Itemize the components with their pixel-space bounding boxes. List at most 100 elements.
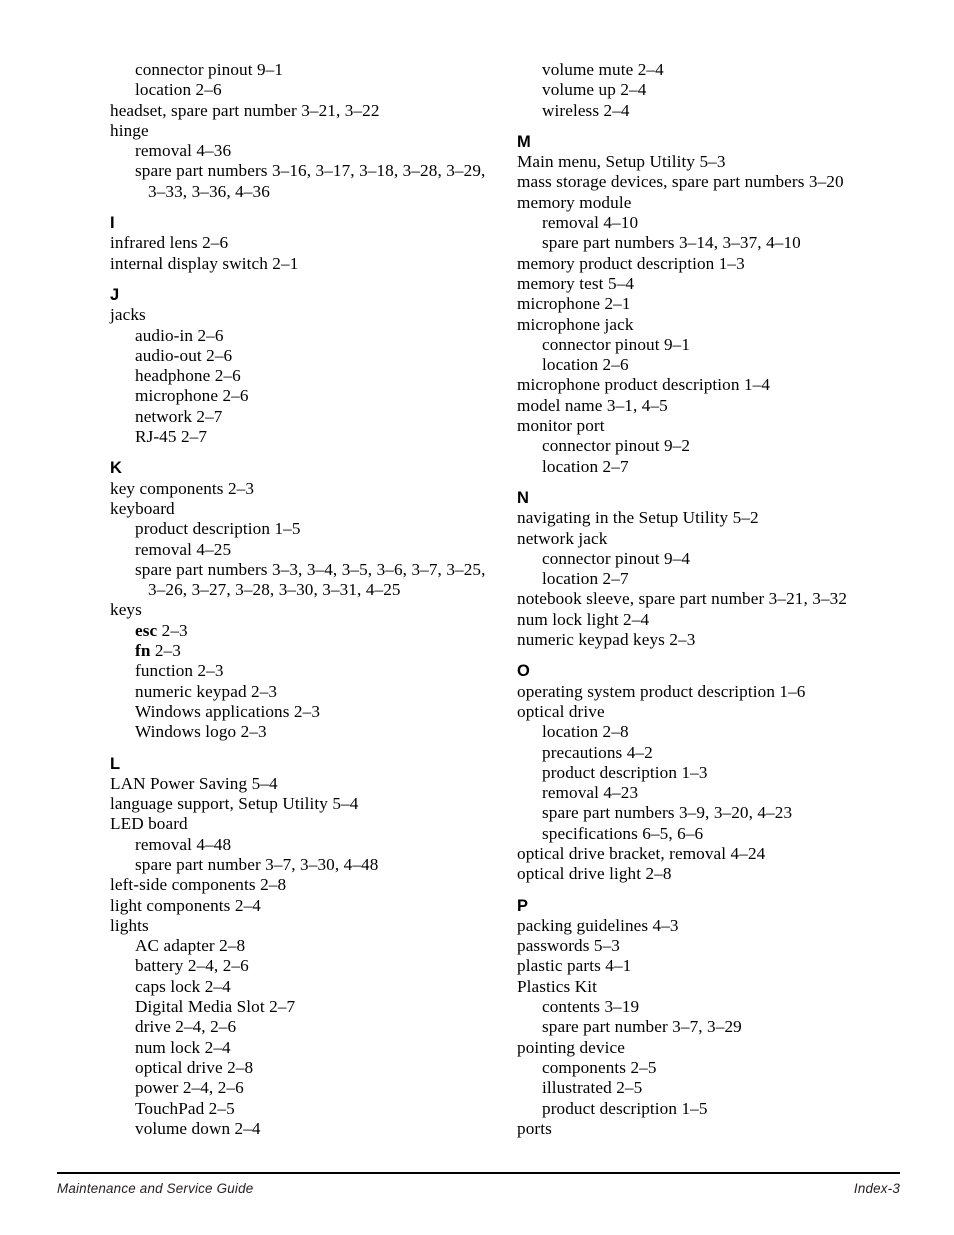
page-footer: Maintenance and Service Guide Index-3 [57, 1172, 900, 1201]
index-entry-continuation: 3–33, 3–36, 4–36 [148, 181, 270, 201]
index-page: connector pinout 9–1 location 2–6 headset,… [0, 0, 954, 1235]
index-entry: hinge [110, 120, 149, 140]
index-entry: num lock 2–4 [135, 1037, 231, 1057]
index-section-letter: P [517, 896, 529, 915]
footer-rule [57, 1172, 900, 1174]
index-entry: memory module [517, 192, 632, 212]
index-entry: location 2–6 [542, 355, 629, 375]
index-entry: components 2–5 [542, 1057, 657, 1077]
index-entry: LED board [110, 814, 188, 834]
index-entry: illustrated 2–5 [542, 1078, 643, 1098]
index-entry: Plastics Kit [517, 976, 597, 996]
index-entry: audio-in 2–6 [135, 325, 224, 345]
index-entry: battery 2–4, 2–6 [135, 956, 249, 976]
index-entry: internal display switch 2–1 [110, 253, 299, 273]
index-entry: Main menu, Setup Utility 5–3 [517, 152, 726, 172]
index-entry: Windows applications 2–3 [135, 701, 321, 721]
index-entry: product description 1–5 [542, 1098, 708, 1118]
index-entry: precautions 4–2 [542, 742, 653, 762]
index-entry: power 2–4, 2–6 [135, 1078, 244, 1098]
index-entry: esc 2–3 [110, 621, 510, 641]
index-entry-text: 2–3 [157, 620, 188, 640]
index-entry: removal 4–23 [542, 783, 639, 803]
index-entry: removal 4–48 [135, 834, 232, 854]
index-column-left: connector pinout 9–1 location 2–6 headset,… [110, 60, 510, 1139]
index-entry: contents 3–19 [542, 997, 640, 1017]
index-entry: key components 2–3 [110, 478, 255, 498]
index-entry: LAN Power Saving 5–4 [110, 773, 278, 793]
index-entry: num lock light 2–4 [517, 609, 650, 629]
index-entry-key-label: fn [135, 641, 151, 661]
index-entry-key-label: esc [135, 620, 158, 640]
index-entry: Digital Media Slot 2–7 [135, 997, 296, 1017]
index-entry: pointing device [517, 1037, 625, 1057]
index-entry-text: spare part numbers 3–16, 3–17, 3–18, 3–2… [135, 161, 486, 181]
index-entry: optical drive 2–8 [135, 1057, 254, 1077]
index-entry: microphone 2–1 [517, 294, 631, 314]
index-entry: network jack [517, 528, 608, 548]
footer-page-number: Index-3 [853, 1180, 900, 1196]
index-column-right: volume mute 2–4 volume up 2–4 wireless 2–4… [517, 60, 917, 1139]
index-entry: microphone product description 1–4 [517, 375, 771, 395]
index-entry: product description 1–3 [542, 762, 708, 782]
index-entry: left-side components 2–8 [110, 875, 287, 895]
index-entry: numeric keypad 2–3 [135, 681, 278, 701]
index-entry: headset, spare part number 3–21, 3–22 [110, 100, 380, 120]
index-entry: location 2–7 [542, 569, 629, 589]
index-entry: connector pinout 9–1 [135, 60, 284, 79]
index-entry: jacks [110, 305, 146, 325]
index-entry: spare part number 3–7, 3–30, 4–48 [135, 854, 379, 874]
index-section-letter: O [517, 662, 530, 681]
index-entry: navigating in the Setup Utility 5–2 [517, 508, 759, 528]
index-entry: lights [110, 915, 149, 935]
index-entry: model name 3–1, 4–5 [517, 395, 668, 415]
index-entry: memory product description 1–3 [517, 253, 745, 273]
index-entry: notebook sleeve, spare part number 3–21,… [517, 589, 848, 609]
index-entry: location 2–7 [542, 456, 629, 476]
index-entry: ports [517, 1118, 552, 1138]
index-entry: RJ-45 2–7 [135, 427, 208, 447]
index-entry: packing guidelines 4–3 [517, 915, 679, 935]
index-entry: audio-out 2–6 [135, 345, 233, 365]
index-entry: spare part numbers 3–3, 3–4, 3–5, 3–6, 3… [110, 560, 510, 601]
index-entry: plastic parts 4–1 [517, 956, 632, 976]
index-entry: language support, Setup Utility 5–4 [110, 794, 359, 814]
index-entry: keyboard [110, 498, 175, 518]
index-entry: removal 4–10 [542, 213, 639, 233]
index-entry: connector pinout 9–1 [542, 334, 691, 354]
index-entry: optical drive bracket, removal 4–24 [517, 843, 766, 863]
index-entry: mass storage devices, spare part numbers… [517, 172, 844, 192]
index-section-letter: M [517, 132, 531, 151]
index-entry: volume down 2–4 [135, 1118, 261, 1138]
index-entry: spare part numbers 3–16, 3–17, 3–18, 3–2… [110, 161, 510, 202]
index-entry: optical drive light 2–8 [517, 864, 672, 884]
index-entry: wireless 2–4 [542, 100, 630, 120]
index-entry: location 2–8 [542, 722, 629, 742]
index-entry: microphone jack [517, 314, 634, 334]
index-entry: fn 2–3 [110, 641, 510, 661]
index-entry: passwords 5–3 [517, 936, 620, 956]
footer-row: Maintenance and Service Guide Index-3 [57, 1181, 900, 1201]
index-section-letter: J [110, 285, 120, 304]
index-columns: connector pinout 9–1 location 2–6 headset,… [0, 60, 954, 1150]
index-entry: TouchPad 2–5 [135, 1098, 235, 1118]
index-entry: optical drive [517, 701, 605, 721]
index-entry: volume up 2–4 [542, 80, 647, 100]
index-entry: memory test 5–4 [517, 273, 635, 293]
index-entry: product description 1–5 [135, 519, 301, 539]
index-section-letter: K [110, 459, 122, 478]
index-entry: network 2–7 [135, 406, 223, 426]
index-section-letter: N [517, 488, 529, 507]
index-entry: location 2–6 [135, 80, 222, 100]
index-entry: headphone 2–6 [135, 366, 241, 386]
index-entry: drive 2–4, 2–6 [135, 1017, 237, 1037]
index-entry: spare part numbers 3–9, 3–20, 4–23 [542, 803, 793, 823]
index-entry: spare part numbers 3–14, 3–37, 4–10 [542, 233, 801, 253]
index-entry: specifications 6–5, 6–6 [542, 823, 704, 843]
index-entry-text: spare part numbers 3–3, 3–4, 3–5, 3–6, 3… [135, 559, 486, 579]
index-entry: keys [110, 600, 142, 620]
index-section-letter: L [110, 754, 121, 773]
index-entry: connector pinout 9–4 [542, 548, 691, 568]
index-entry: spare part number 3–7, 3–29 [542, 1017, 742, 1037]
index-entry: operating system product description 1–6 [517, 681, 806, 701]
